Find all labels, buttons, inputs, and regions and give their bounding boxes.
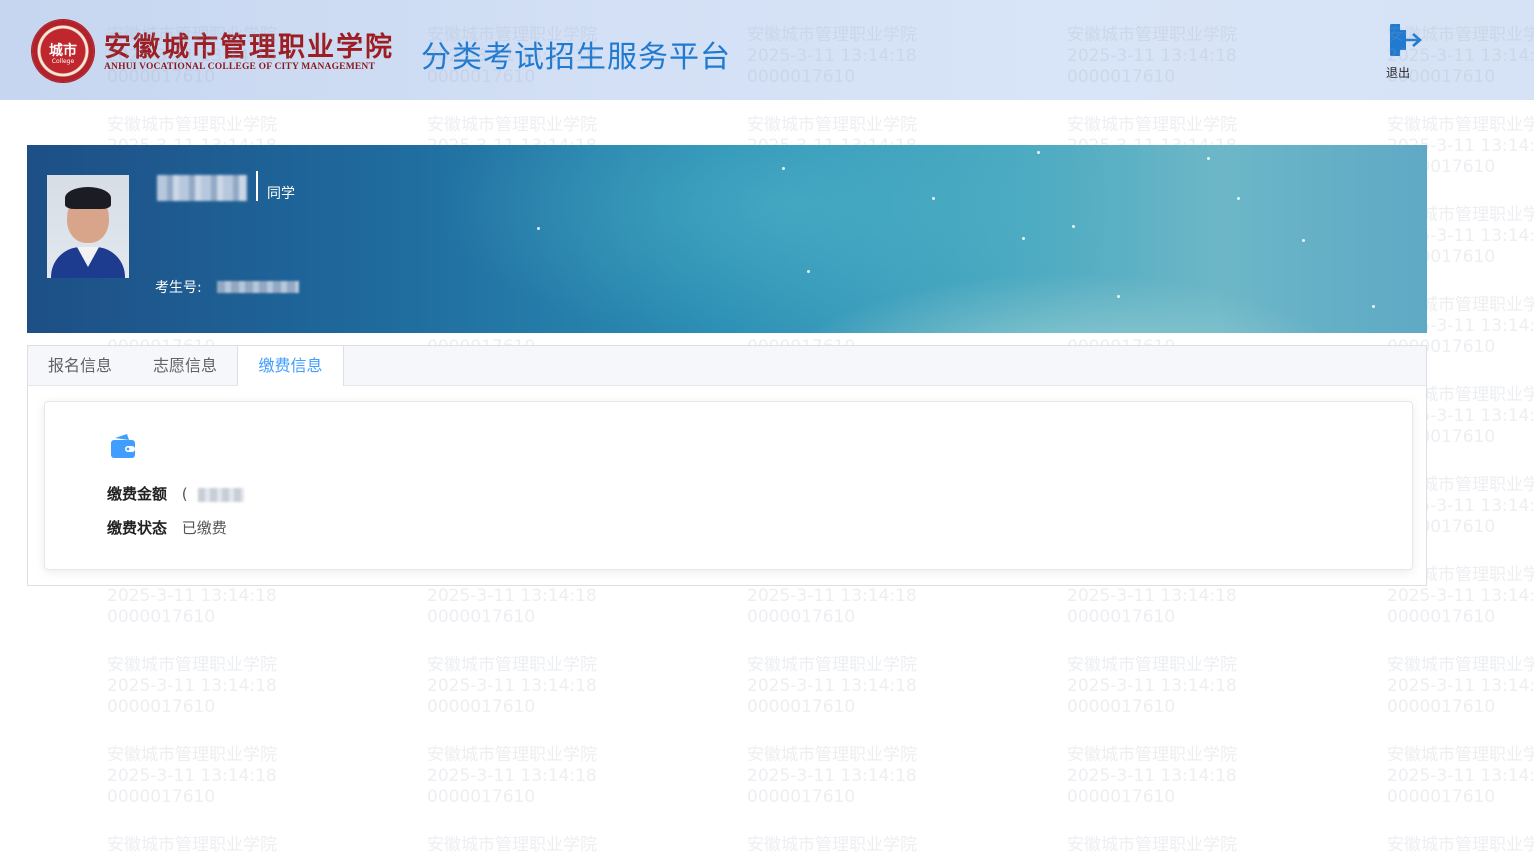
logo-seal-text: 城市	[49, 43, 77, 59]
wallet-icon	[111, 434, 135, 458]
watermark-text: 安徽城市管理职业学院2025-3-11 13:14:180000017610	[747, 745, 917, 807]
logout-button[interactable]: 退出	[1380, 20, 1424, 84]
logout-icon	[1390, 24, 1422, 56]
tab-preference-info[interactable]: 志愿信息	[132, 346, 238, 385]
watermark-text: 安徽城市管理职业学院2025-3-11 13:14:180000017610	[1067, 745, 1237, 807]
watermark-text: 安徽城市管理职业学院2025-3-11 13:14:180000017610	[747, 655, 917, 717]
payment-card: 缴费金额 ( 缴费状态 已缴费	[44, 401, 1413, 570]
watermark-text: 安徽城市管理职业学院2025-3-11 13:14:180000017610	[1387, 835, 1534, 857]
watermark-text: 安徽城市管理职业学院2025-3-11 13:14:180000017610	[747, 835, 917, 857]
student-name-redacted	[157, 175, 247, 201]
school-logo-seal: 城市 College	[32, 20, 94, 82]
payment-status-row: 缴费状态 已缴费	[107, 517, 227, 538]
tab-bar: 报名信息 志愿信息 缴费信息	[28, 346, 1426, 386]
tab-payment-info[interactable]: 缴费信息	[237, 346, 344, 386]
tab-registration-info[interactable]: 报名信息	[28, 346, 132, 385]
watermark-text: 安徽城市管理职业学院2025-3-11 13:14:180000017610	[427, 655, 597, 717]
watermark-text: 安徽城市管理职业学院2025-3-11 13:14:180000017610	[427, 835, 597, 857]
watermark-text: 安徽城市管理职业学院2025-3-11 13:14:180000017610	[1387, 655, 1534, 717]
watermark-text: 安徽城市管理职业学院2025-3-11 13:14:180000017610	[1067, 655, 1237, 717]
payment-amount-label: 缴费金额	[107, 485, 168, 503]
logo-seal-subtext: College	[51, 58, 75, 65]
profile-banner: 同学 考生号:	[27, 145, 1427, 333]
watermark-text: 安徽城市管理职业学院2025-3-11 13:14:180000017610	[1067, 835, 1237, 857]
platform-title: 分类考试招生服务平台	[421, 40, 731, 75]
info-tabs-panel: 报名信息 志愿信息 缴费信息 缴费金额 ( 缴费状态 已缴费	[27, 345, 1427, 586]
watermark-text: 安徽城市管理职业学院2025-3-11 13:14:180000017610	[107, 745, 277, 807]
student-avatar	[47, 175, 129, 278]
name-divider	[256, 171, 258, 201]
watermark-text: 安徽城市管理职业学院2025-3-11 13:14:180000017610	[107, 835, 277, 857]
school-name-cn: 安徽城市管理职业学院	[104, 32, 394, 63]
exam-number-label: 考生号:	[155, 280, 202, 296]
top-header: 城市 College 安徽城市管理职业学院 ANHUI VOCATIONAL C…	[0, 0, 1534, 100]
page: 城市 College 安徽城市管理职业学院 ANHUI VOCATIONAL C…	[0, 0, 1534, 857]
watermark-text: 安徽城市管理职业学院2025-3-11 13:14:180000017610	[427, 745, 597, 807]
logout-label: 退出	[1386, 66, 1411, 80]
payment-amount-row: 缴费金额 (	[107, 483, 245, 504]
name-suffix: 同学	[267, 186, 295, 202]
watermark-text: 安徽城市管理职业学院2025-3-11 13:14:180000017610	[107, 655, 277, 717]
payment-amount-prefix: (	[181, 485, 188, 503]
exam-number-redacted	[217, 281, 299, 293]
school-name-en: ANHUI VOCATIONAL COLLEGE OF CITY MANAGEM…	[104, 62, 376, 72]
watermark-text: 安徽城市管理职业学院2025-3-11 13:14:180000017610	[1387, 745, 1534, 807]
payment-status-value: 已缴费	[181, 519, 227, 537]
payment-amount-redacted	[198, 487, 245, 502]
payment-status-label: 缴费状态	[107, 519, 168, 537]
